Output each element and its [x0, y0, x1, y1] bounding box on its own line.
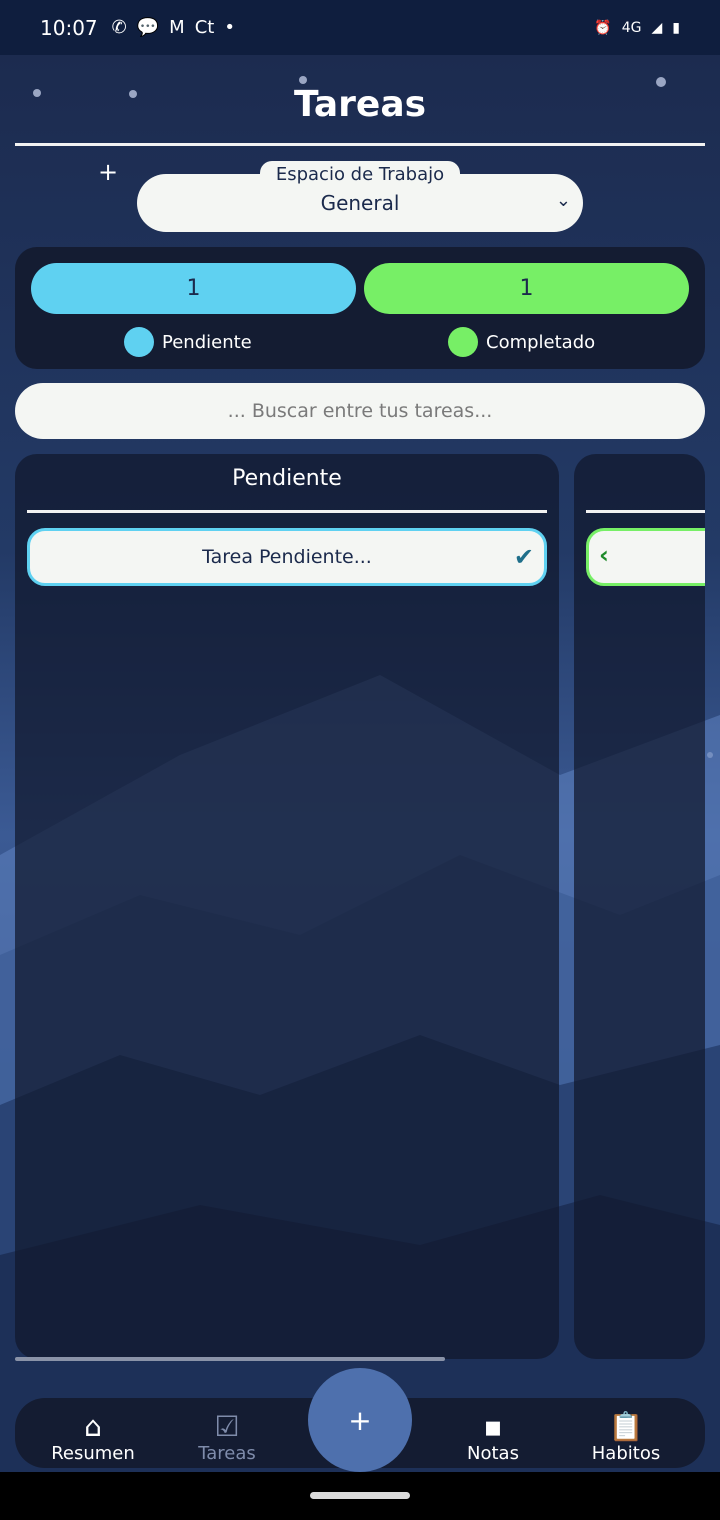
note-icon: ▪ [483, 1410, 503, 1443]
nav-item-habitos[interactable]: 📋 Habitos [566, 1404, 686, 1465]
signal-icon: ◢ [651, 19, 663, 36]
nav-item-resumen[interactable]: ⌂ Resumen [33, 1404, 153, 1465]
task-card[interactable]: Tarea Pendiente... ✔ [27, 528, 547, 586]
column-title: Pendiente [232, 466, 342, 491]
nav-label: Resumen [51, 1443, 135, 1464]
chevron-down-icon: ⌄ [555, 190, 571, 211]
nav-label: Tareas [198, 1443, 256, 1464]
nav-item-tareas[interactable]: ☑ Tareas [167, 1404, 287, 1465]
chat-icon: 💬 [136, 17, 160, 38]
pending-count: 1 [186, 276, 201, 301]
battery-icon: ▮ [672, 19, 680, 36]
whatsapp-icon: ✆ [111, 17, 127, 38]
title-divider [15, 143, 705, 146]
network-label: 4G [621, 19, 642, 36]
stats-card: 1 1 Pendiente Completado [15, 247, 705, 369]
column-divider [586, 510, 705, 513]
ct-icon: Ct [194, 17, 215, 38]
task-card-completed[interactable]: ‹ [586, 528, 705, 586]
status-bar: 10:07 ✆ 💬 M Ct • ⏰ 4G ◢ ▮ [0, 0, 720, 55]
home-icon: ⌂ [84, 1410, 102, 1443]
plus-icon: + [348, 1403, 372, 1437]
task-check-icon: ☑ [214, 1410, 240, 1443]
legend-completed-label: Completado [486, 331, 596, 353]
home-gesture-handle[interactable] [310, 1492, 410, 1499]
page-title: Tareas [293, 84, 427, 125]
completed-count: 1 [519, 276, 534, 301]
pending-count-badge: 1 [31, 263, 356, 314]
workspace-label: Espacio de Trabajo [260, 161, 460, 188]
legend-pending: Pendiente [124, 327, 252, 357]
gmail-icon: M [169, 17, 185, 38]
check-icon[interactable]: ✔ [514, 543, 534, 571]
horizontal-scrollbar[interactable] [15, 1357, 445, 1361]
add-task-button[interactable]: + [308, 1368, 412, 1472]
column-divider [27, 510, 547, 513]
workspace-selected: General [320, 191, 400, 215]
clipboard-list-icon: 📋 [608, 1410, 644, 1443]
completed-dot-icon [448, 327, 478, 357]
system-nav-bar [0, 1472, 720, 1520]
clock: 10:07 [40, 15, 98, 40]
pending-column: Pendiente Tarea Pendiente... ✔ [15, 454, 559, 1359]
completed-column: ‹ [574, 454, 705, 1359]
legend-pending-label: Pendiente [162, 331, 252, 353]
search-input[interactable] [15, 383, 705, 439]
task-text: Tarea Pendiente... [202, 546, 372, 568]
nav-item-notas[interactable]: ▪ Notas [433, 1404, 553, 1465]
pending-dot-icon [124, 327, 154, 357]
completed-count-badge: 1 [364, 263, 689, 314]
legend-completed: Completado [448, 327, 595, 357]
dot-icon: • [224, 17, 235, 38]
nav-label: Habitos [591, 1443, 661, 1464]
add-workspace-icon[interactable]: + [98, 158, 118, 186]
nav-label: Notas [467, 1443, 519, 1464]
alarm-icon: ⏰ [594, 19, 612, 36]
chevron-left-icon[interactable]: ‹ [599, 541, 609, 569]
